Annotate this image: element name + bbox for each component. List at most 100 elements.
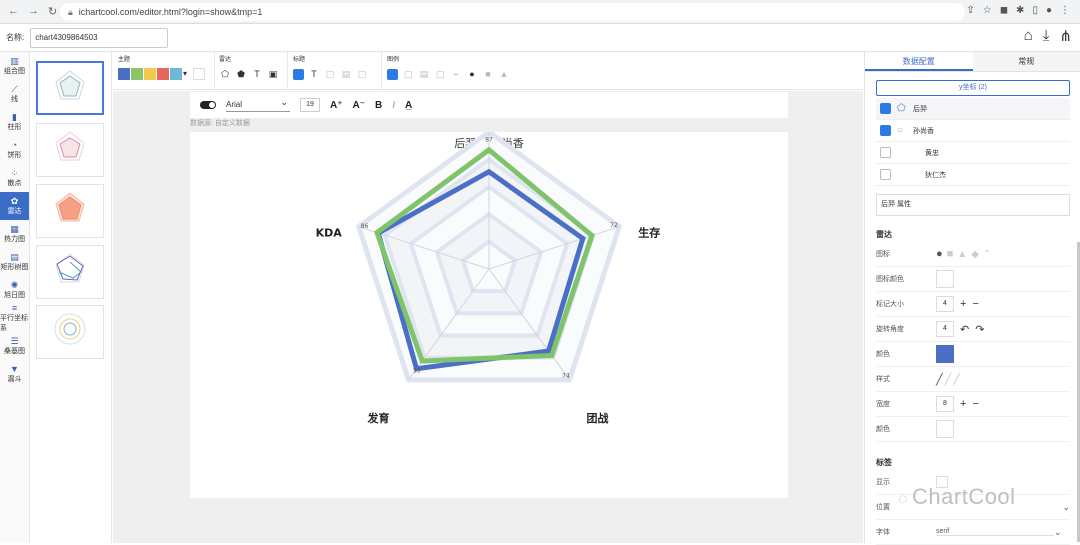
text-toggle[interactable]: [200, 101, 216, 109]
marker-size-input[interactable]: 4: [936, 296, 954, 312]
symbol-circle-icon[interactable]: ●: [936, 248, 943, 260]
star-icon[interactable]: ☆: [983, 5, 992, 16]
symbol-square-icon[interactable]: ■: [947, 248, 954, 260]
nav-item-10[interactable]: ☰桑基图: [0, 332, 29, 360]
tab-general[interactable]: 常规: [973, 52, 1080, 71]
symbol-triangle-icon[interactable]: ▲: [957, 249, 967, 260]
series-row[interactable]: 狄仁杰: [876, 164, 1070, 186]
fill-color-picker[interactable]: [936, 420, 954, 438]
legend-pos-icon[interactable]: ▤: [418, 68, 430, 80]
symbol-color-picker[interactable]: [936, 270, 954, 288]
chevron-down-icon[interactable]: ⌄: [1062, 502, 1070, 513]
theme-swatch[interactable]: [144, 68, 156, 80]
nav-item-2[interactable]: ▮柱形: [0, 108, 29, 136]
thumbnail-2[interactable]: [36, 123, 104, 177]
series-checkbox[interactable]: [880, 169, 891, 180]
profile-icon[interactable]: ●: [1046, 5, 1052, 16]
label-font-select[interactable]: serif: [936, 528, 1054, 536]
nav-item-8[interactable]: ✺旭日图: [0, 276, 29, 304]
font-decrease-icon[interactable]: A⁻: [353, 100, 366, 111]
address-bar[interactable]: 🔒︎ ichartcool.com/editor.html?login=show…: [60, 3, 965, 21]
theme-swatch[interactable]: [170, 68, 182, 80]
nav-item-9[interactable]: ≡平行坐标系: [0, 304, 29, 332]
bold-icon[interactable]: B: [375, 100, 382, 111]
theme-swatches[interactable]: ▾: [118, 68, 206, 80]
line-dashed-icon[interactable]: ╱: [945, 373, 952, 386]
thumbnail-3[interactable]: [36, 184, 104, 238]
nav-item-1[interactable]: ⟋线: [0, 80, 29, 108]
legend-more-icon[interactable]: ⌁: [450, 68, 462, 80]
y-axis-button[interactable]: y坐标 (2): [876, 80, 1070, 96]
nav-item-6[interactable]: ▦热力图: [0, 220, 29, 248]
theme-dropdown-icon[interactable]: ▾: [183, 69, 187, 78]
series-color-swatch[interactable]: [936, 345, 954, 363]
legend-layout-icon[interactable]: ▢: [434, 68, 446, 80]
download-icon[interactable]: ⤓: [1043, 27, 1050, 45]
series-row[interactable]: 黄忠: [876, 142, 1070, 164]
title-text-icon[interactable]: T: [308, 68, 320, 80]
sidebar-icon[interactable]: ▯: [1032, 5, 1038, 16]
font-increase-icon[interactable]: A⁺: [330, 100, 343, 111]
minus-icon[interactable]: −: [972, 398, 978, 410]
thumbnail-1[interactable]: [36, 61, 104, 115]
title-box-icon[interactable]: ▢: [324, 68, 336, 80]
nav-item-3[interactable]: ◔饼形: [0, 136, 29, 164]
italic-icon[interactable]: I: [392, 100, 395, 111]
text-icon[interactable]: T: [251, 68, 263, 80]
symbol-diamond-icon[interactable]: ◆: [971, 249, 979, 260]
legend-toggle-checkbox[interactable]: [387, 69, 398, 80]
series-checkbox[interactable]: [880, 147, 891, 158]
title-more-icon[interactable]: ▢: [356, 68, 368, 80]
plus-icon[interactable]: +: [960, 398, 966, 410]
share-icon[interactable]: ⇪: [966, 5, 974, 16]
legend-box-icon[interactable]: ▢: [402, 68, 414, 80]
series-checkbox[interactable]: [880, 125, 891, 136]
series-row[interactable]: ⬠后羿: [876, 98, 1070, 120]
line-dotted-icon[interactable]: ╱: [953, 373, 960, 386]
nav-item-7[interactable]: ▤矩形树图: [0, 248, 29, 276]
puzzle-icon[interactable]: ✱: [1016, 5, 1024, 16]
chart-name-input[interactable]: chart4309864503: [30, 28, 168, 48]
thumbnail-5[interactable]: [36, 305, 104, 359]
minus-icon[interactable]: −: [972, 298, 978, 310]
font-select[interactable]: Arial: [226, 98, 290, 112]
title-align-icon[interactable]: ▤: [340, 68, 352, 80]
rotate-right-icon[interactable]: ↷: [975, 323, 984, 336]
series-label: 狄仁杰: [925, 170, 946, 180]
font-size-input[interactable]: 19: [300, 98, 320, 112]
nav-item-5[interactable]: ✿雷达: [0, 192, 29, 220]
nav-item-0[interactable]: ▥组合图: [0, 52, 29, 80]
extension-icon[interactable]: ◼: [1000, 5, 1008, 16]
radar-shape-alt-icon[interactable]: ⬟: [235, 68, 247, 80]
title-toggle-checkbox[interactable]: [293, 69, 304, 80]
legend-symbol-triangle-icon[interactable]: ▲: [498, 68, 510, 80]
back-icon[interactable]: ←: [8, 5, 19, 18]
theme-swatch[interactable]: [131, 68, 143, 80]
symbol-arrow-icon[interactable]: ⌃: [983, 249, 991, 260]
theme-swatch[interactable]: [118, 68, 130, 80]
thumbnail-4[interactable]: [36, 245, 104, 299]
reload-icon[interactable]: ↻: [48, 5, 57, 18]
series-checkbox[interactable]: [880, 103, 891, 114]
home-icon[interactable]: ⌂: [1024, 27, 1033, 45]
theme-custom-swatch[interactable]: [193, 68, 205, 80]
share-nodes-icon[interactable]: ⋔: [1059, 27, 1072, 45]
radar-shape-icon[interactable]: ⬠: [219, 68, 231, 80]
rotate-left-icon[interactable]: ↶: [960, 323, 969, 336]
nav-item-4[interactable]: ⁘散点: [0, 164, 29, 192]
theme-swatch[interactable]: [157, 68, 169, 80]
series-row[interactable]: ○孙尚香: [876, 120, 1070, 142]
text-color-icon[interactable]: A̲: [405, 100, 412, 111]
forward-icon[interactable]: →: [28, 5, 39, 18]
width-input[interactable]: 8: [936, 396, 954, 412]
image-icon[interactable]: ▣: [267, 68, 279, 80]
chart-canvas[interactable]: 后羿VS孙尚香输出生存团战发育KDA8772745386: [190, 132, 788, 498]
plus-icon[interactable]: +: [960, 298, 966, 310]
tab-data-config[interactable]: 数据配置: [865, 52, 973, 71]
legend-symbol-rect-icon[interactable]: ■: [482, 68, 494, 80]
nav-item-11[interactable]: ▼漏斗: [0, 360, 29, 388]
menu-icon[interactable]: ⋮: [1060, 5, 1070, 16]
legend-symbol-circle-icon[interactable]: ●: [466, 68, 478, 80]
rotation-input[interactable]: 4: [936, 321, 954, 337]
line-solid-icon[interactable]: ╱: [936, 373, 943, 386]
